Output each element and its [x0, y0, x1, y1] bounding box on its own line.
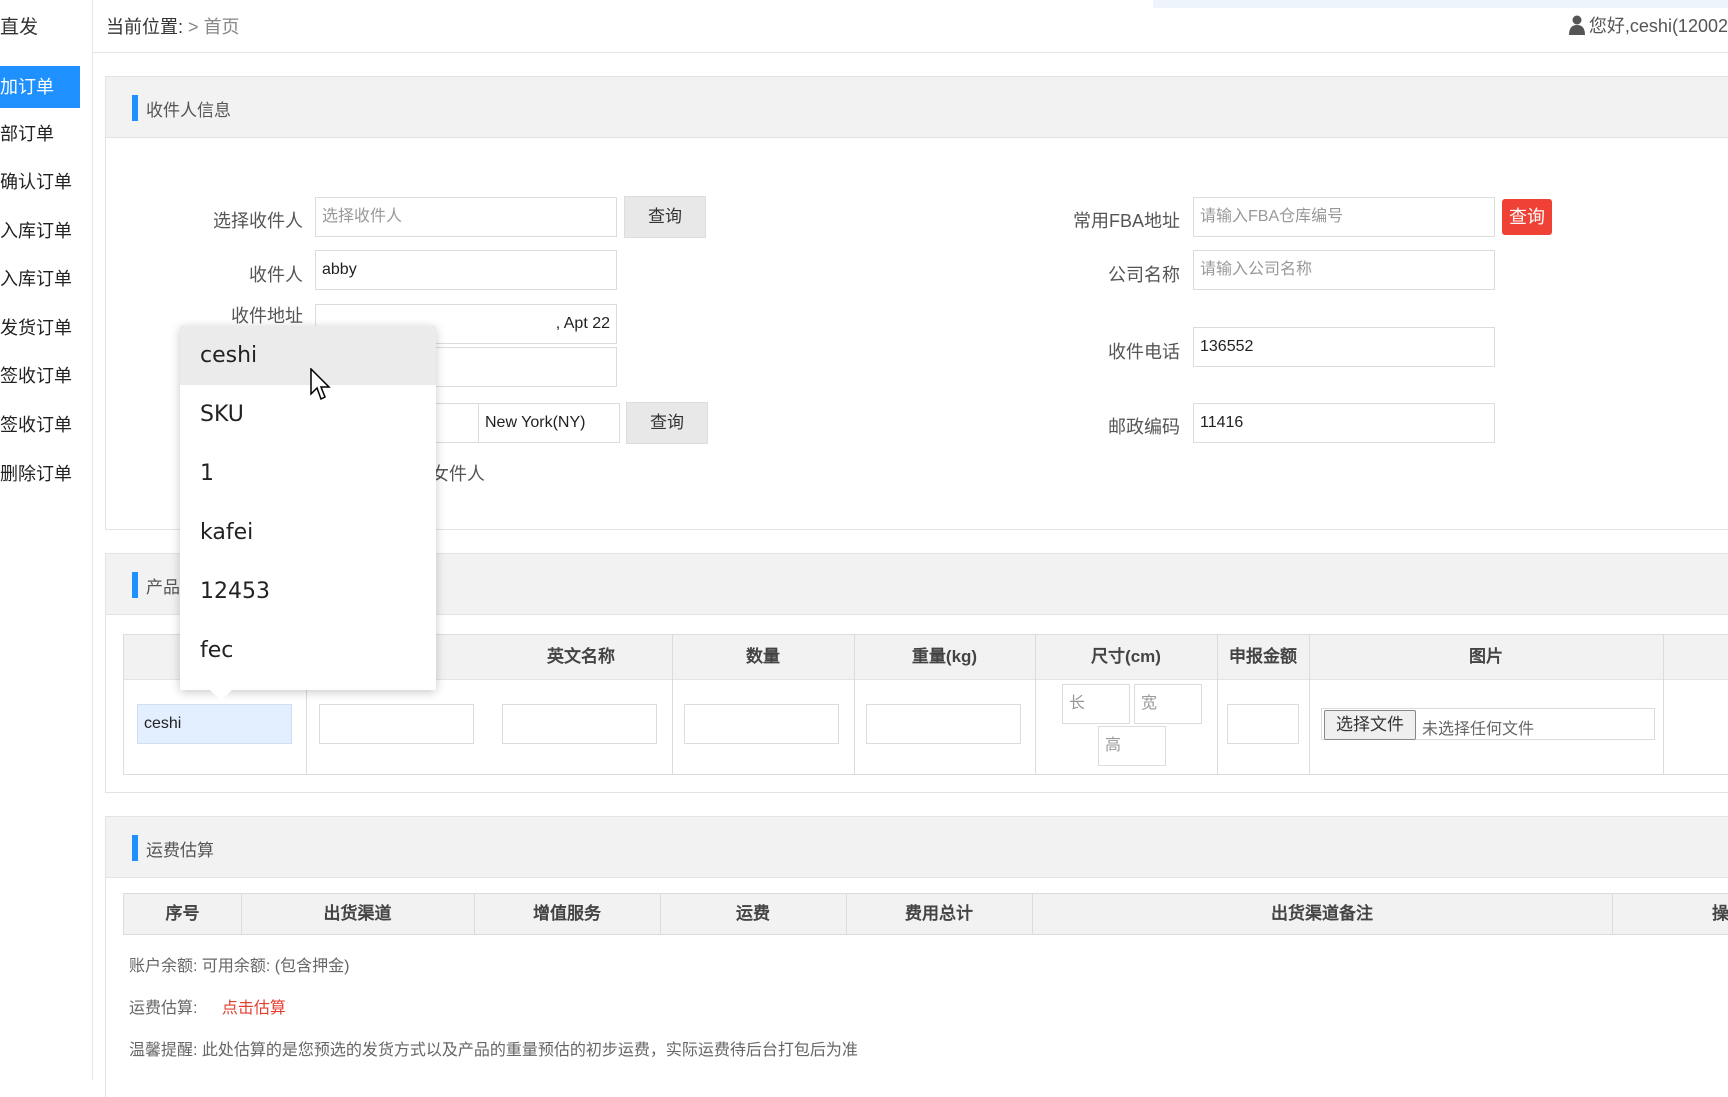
user-greeting-text: 您好,ceshi(12002 — [1588, 16, 1728, 36]
fba-address-input[interactable]: 请输入FBA仓库编号 — [1193, 197, 1495, 237]
dropdown-option[interactable]: kafei — [180, 503, 436, 562]
fba-query-button[interactable]: 查询 — [1502, 199, 1552, 235]
state-query-button[interactable]: 查询 — [626, 402, 708, 444]
sidebar-item-signed-orders[interactable]: 签收订单 — [0, 355, 80, 397]
dropdown-arrow — [210, 690, 232, 701]
height-input[interactable]: 高 — [1098, 726, 1166, 766]
recipient-address-label: 收件地址 — [231, 306, 303, 326]
select-recipient-label: 选择收件人 — [213, 211, 303, 231]
company-name-input[interactable]: 请输入公司名称 — [1193, 250, 1495, 290]
company-name-label: 公司名称 — [1108, 265, 1180, 285]
save-recipient-label: 女件人 — [431, 464, 485, 484]
top-strip — [1153, 0, 1728, 8]
section-marker — [132, 835, 138, 861]
sidebar-item-shipped-orders[interactable]: 发货订单 — [0, 307, 80, 349]
sidebar-item-add-order[interactable]: 加订单 — [0, 66, 80, 108]
weight-input[interactable] — [866, 704, 1021, 744]
col-weight: 重量(kg) — [911, 647, 978, 666]
recipient-phone-label: 收件电话 — [1108, 342, 1180, 362]
sidebar: 直发 加订单 部订单 确认订单 入库订单 入库订单 发货订单 签收订单 签收订单… — [0, 0, 93, 1080]
col-total: 费用总计 — [905, 904, 973, 923]
col-freight: 运费 — [736, 904, 770, 923]
col-english-name: 英文名称 — [547, 647, 615, 666]
dropdown-option[interactable]: 1 — [180, 444, 436, 503]
freight-panel-title: 运费估算 — [146, 841, 214, 860]
col-value-added: 增值服务 — [533, 904, 601, 923]
user-icon — [1568, 15, 1585, 40]
recipient-state-input[interactable]: New York(NY) — [478, 403, 620, 443]
recipient-name-label: 收件人 — [249, 265, 303, 285]
col-channel: 出货渠道 — [323, 904, 392, 923]
product-panel-title: 产品 — [146, 578, 180, 597]
breadcrumb-label: 当前位置: — [106, 17, 184, 37]
sidebar-item-inbound-orders-2[interactable]: 入库订单 — [0, 258, 80, 300]
select-recipient-input[interactable]: 选择收件人 — [315, 197, 617, 237]
fba-address-label: 常用FBA地址 — [1072, 211, 1180, 231]
col-index: 序号 — [165, 904, 200, 923]
col-actions: 操 — [1712, 904, 1728, 923]
col-divider — [1663, 635, 1664, 774]
breadcrumb: 当前位置: > 首页 — [106, 13, 240, 39]
declared-value-input[interactable] — [1227, 704, 1299, 744]
account-balance: 账户余额: 可用余额: (包含押金) — [129, 958, 350, 975]
col-quantity: 数量 — [746, 647, 780, 666]
zip-code-label: 邮政编码 — [1108, 417, 1180, 437]
freight-estimate-row: 运费估算: 点击估算 — [129, 994, 286, 1018]
col-channel-remark: 出货渠道备注 — [1271, 904, 1373, 923]
sku-input[interactable]: ceshi — [137, 704, 292, 744]
sku-autocomplete-dropdown: ceshi SKU 1 kafei 12453 fec — [180, 326, 436, 701]
dropdown-option[interactable]: ceshi — [180, 326, 436, 385]
no-file-chosen-text: 未选择任何文件 — [1422, 721, 1535, 738]
dropdown-option[interactable]: 12453 — [180, 562, 436, 621]
breadcrumb-home[interactable]: 首页 — [204, 17, 240, 37]
quantity-input[interactable] — [684, 704, 839, 744]
col-declared-value: 申报金额 — [1229, 647, 1297, 666]
breadcrumb-separator: > — [188, 17, 199, 37]
dropdown-option[interactable]: SKU — [180, 385, 436, 444]
section-marker — [132, 572, 138, 598]
freight-estimate-label: 运费估算: — [129, 1000, 198, 1017]
zip-code-input[interactable]: 11416 — [1193, 403, 1495, 443]
sidebar-item-all-orders[interactable]: 部订单 — [0, 113, 80, 155]
length-input[interactable]: 长 — [1062, 684, 1130, 724]
col-size: 尺寸(cm) — [1091, 647, 1161, 666]
freight-table-header: 序号 出货渠道 增值服务 运费 费用总计 出货渠道备注 操 — [123, 893, 1728, 935]
dropdown-option[interactable]: fec — [180, 621, 436, 680]
english-name-input[interactable] — [502, 704, 657, 744]
sidebar-brand: 直发 — [0, 17, 39, 38]
width-input[interactable]: 宽 — [1134, 684, 1202, 724]
recipient-panel-header: 收件人信息 — [106, 77, 1728, 138]
sidebar-item-confirm-orders[interactable]: 确认订单 — [0, 161, 80, 203]
user-greeting[interactable]: 您好,ceshi(12002 — [1568, 12, 1728, 40]
chinese-name-input[interactable] — [319, 704, 474, 744]
freight-tip: 温馨提醒: 此处估算的是您预选的发货方式以及产品的重量预估的初步运费，实际运费待… — [129, 1042, 858, 1059]
mouse-cursor-icon — [310, 367, 332, 407]
recipient-name-input[interactable]: abby — [315, 250, 617, 290]
sidebar-item-inbound-orders[interactable]: 入库订单 — [0, 210, 80, 252]
section-marker — [132, 95, 138, 121]
top-bar: 当前位置: > 首页 您好,ceshi(12002 — [93, 0, 1728, 53]
sidebar-item-signed-orders-2[interactable]: 签收订单 — [0, 404, 80, 446]
recipient-panel-title: 收件人信息 — [146, 101, 231, 120]
click-estimate-link[interactable]: 点击估算 — [222, 1000, 286, 1017]
sidebar-item-deleted-orders[interactable]: 删除订单 — [0, 453, 80, 495]
recipient-phone-input[interactable]: 136552 — [1193, 327, 1495, 367]
choose-file-button[interactable]: 选择文件 — [1324, 710, 1416, 740]
freight-panel-header: 运费估算 — [106, 817, 1728, 878]
col-image: 图片 — [1469, 647, 1503, 666]
freight-panel: 运费估算 序号 出货渠道 增值服务 运费 费用总计 出货渠道备注 操 账户余额:… — [105, 816, 1728, 1097]
select-recipient-query-button[interactable]: 查询 — [624, 196, 706, 238]
